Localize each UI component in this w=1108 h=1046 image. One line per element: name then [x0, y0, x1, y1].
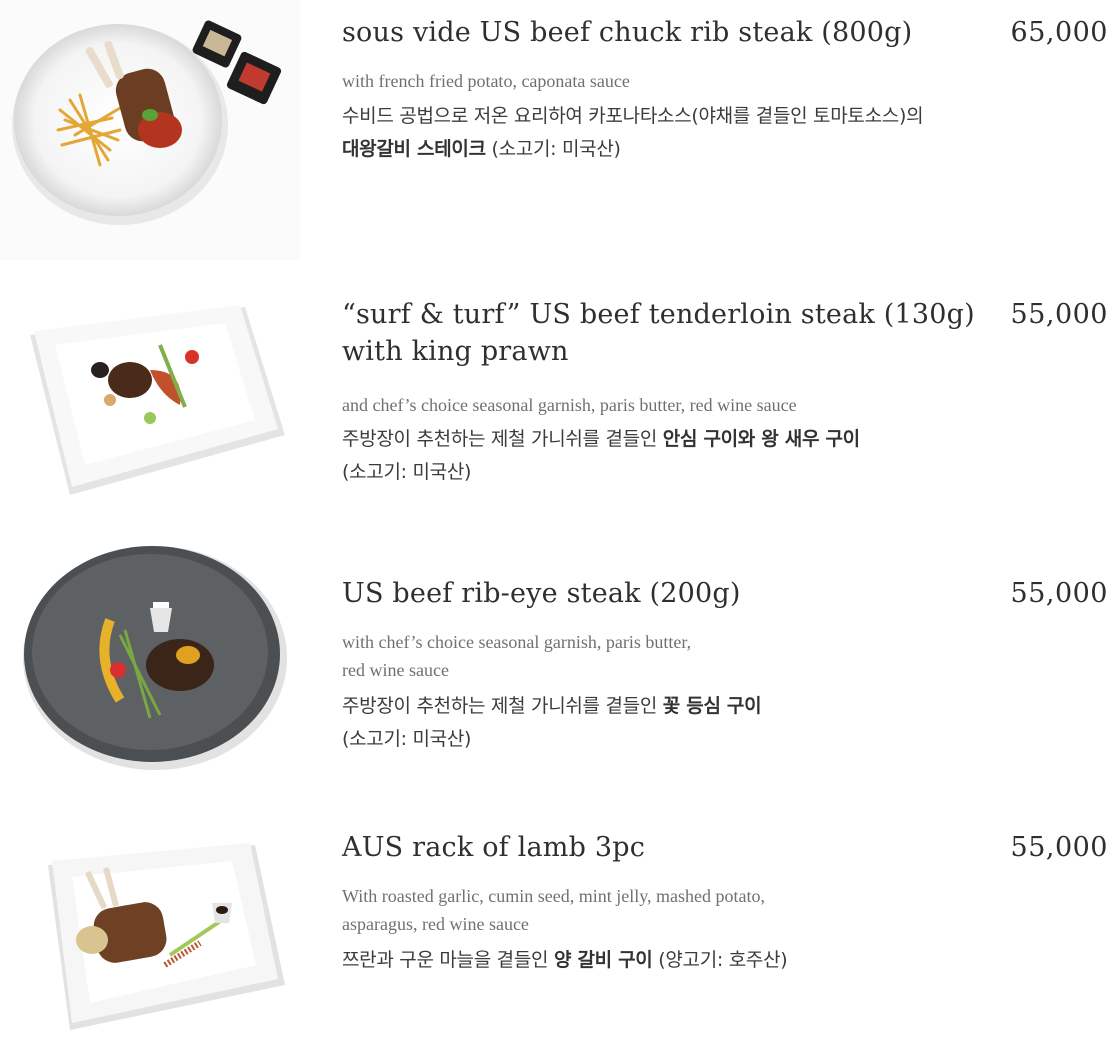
- item-korean-line: 수비드 공법으로 저온 요리하여 카포나타소스(야채를 곁들인 토마토소스)의: [342, 105, 924, 127]
- item-title: AUS rack of lamb 3pc: [342, 832, 646, 863]
- item-description-line2: red wine sauce: [342, 660, 449, 680]
- menu-item-surf-turf: “surf & turf” US beef tenderloin steak (…: [0, 275, 1108, 520]
- item-korean-highlight: 꽃 등심 구이: [662, 695, 762, 717]
- item-korean-text: 주방장이 추천하는 제철 가니쉬를 곁들인: [342, 428, 663, 450]
- menu-item-rib-eye: US beef rib-eye steak (200g) 55,000 with…: [0, 540, 1108, 785]
- item-korean-origin: (소고기: 미국산): [485, 138, 621, 160]
- item-description: With roasted garlic, cumin seed, mint je…: [342, 886, 765, 906]
- dish-photo-chuck-rib: [0, 0, 300, 260]
- item-description-line2: asparagus, red wine sauce: [342, 914, 529, 934]
- item-price: 55,000: [1010, 832, 1108, 863]
- item-korean-highlight: 대왕갈비 스테이크: [342, 138, 486, 160]
- menu-item-chuck-rib: sous vide US beef chuck rib steak (800g)…: [0, 0, 1108, 260]
- item-description: with french fried potato, caponata sauce: [342, 71, 630, 91]
- dish-photo-rack-of-lamb: [0, 815, 300, 1046]
- item-korean-highlight: 양 갈비 구이: [553, 949, 653, 971]
- item-korean-origin: (소고기: 미국산): [342, 461, 472, 483]
- item-title: sous vide US beef chuck rib steak (800g): [342, 17, 913, 48]
- item-korean-line: 주방장이 추천하는 제철 가니쉬를 곁들인 안심 구이와 왕 새우 구이: [342, 423, 1102, 456]
- item-korean-line: 주방장이 추천하는 제철 가니쉬를 곁들인 꽃 등심 구이: [342, 690, 1102, 723]
- item-price: 65,000: [1010, 17, 1108, 48]
- menu-item-rack-of-lamb: AUS rack of lamb 3pc 55,000 With roasted…: [0, 815, 1108, 1046]
- item-korean-line: 쯔란과 구운 마늘을 곁들인 양 갈비 구이 (양고기: 호주산): [342, 944, 1102, 977]
- item-korean-line: 대왕갈비 스테이크 (소고기: 미국산): [342, 133, 1102, 166]
- item-korean-origin: (소고기: 미국산): [342, 728, 472, 750]
- item-description: and chef’s choice seasonal garnish, pari…: [342, 395, 797, 415]
- item-description: with chef’s choice seasonal garnish, par…: [342, 632, 692, 652]
- item-title-line2: with king prawn: [342, 336, 569, 367]
- item-korean-text: 주방장이 추천하는 제철 가니쉬를 곁들인: [342, 695, 663, 717]
- item-korean-origin: (양고기: 호주산): [652, 949, 788, 971]
- item-price: 55,000: [1010, 578, 1108, 609]
- item-korean-highlight: 안심 구이와 왕 새우 구이: [662, 428, 860, 450]
- item-title: “surf & turf” US beef tenderloin steak (…: [342, 299, 975, 330]
- item-price: 55,000: [1010, 299, 1108, 330]
- item-korean-text: 쯔란과 구운 마늘을 곁들인: [342, 949, 554, 971]
- dish-photo-rib-eye: [0, 540, 300, 785]
- item-title: US beef rib-eye steak (200g): [342, 578, 741, 609]
- dish-photo-surf-turf: [0, 275, 300, 520]
